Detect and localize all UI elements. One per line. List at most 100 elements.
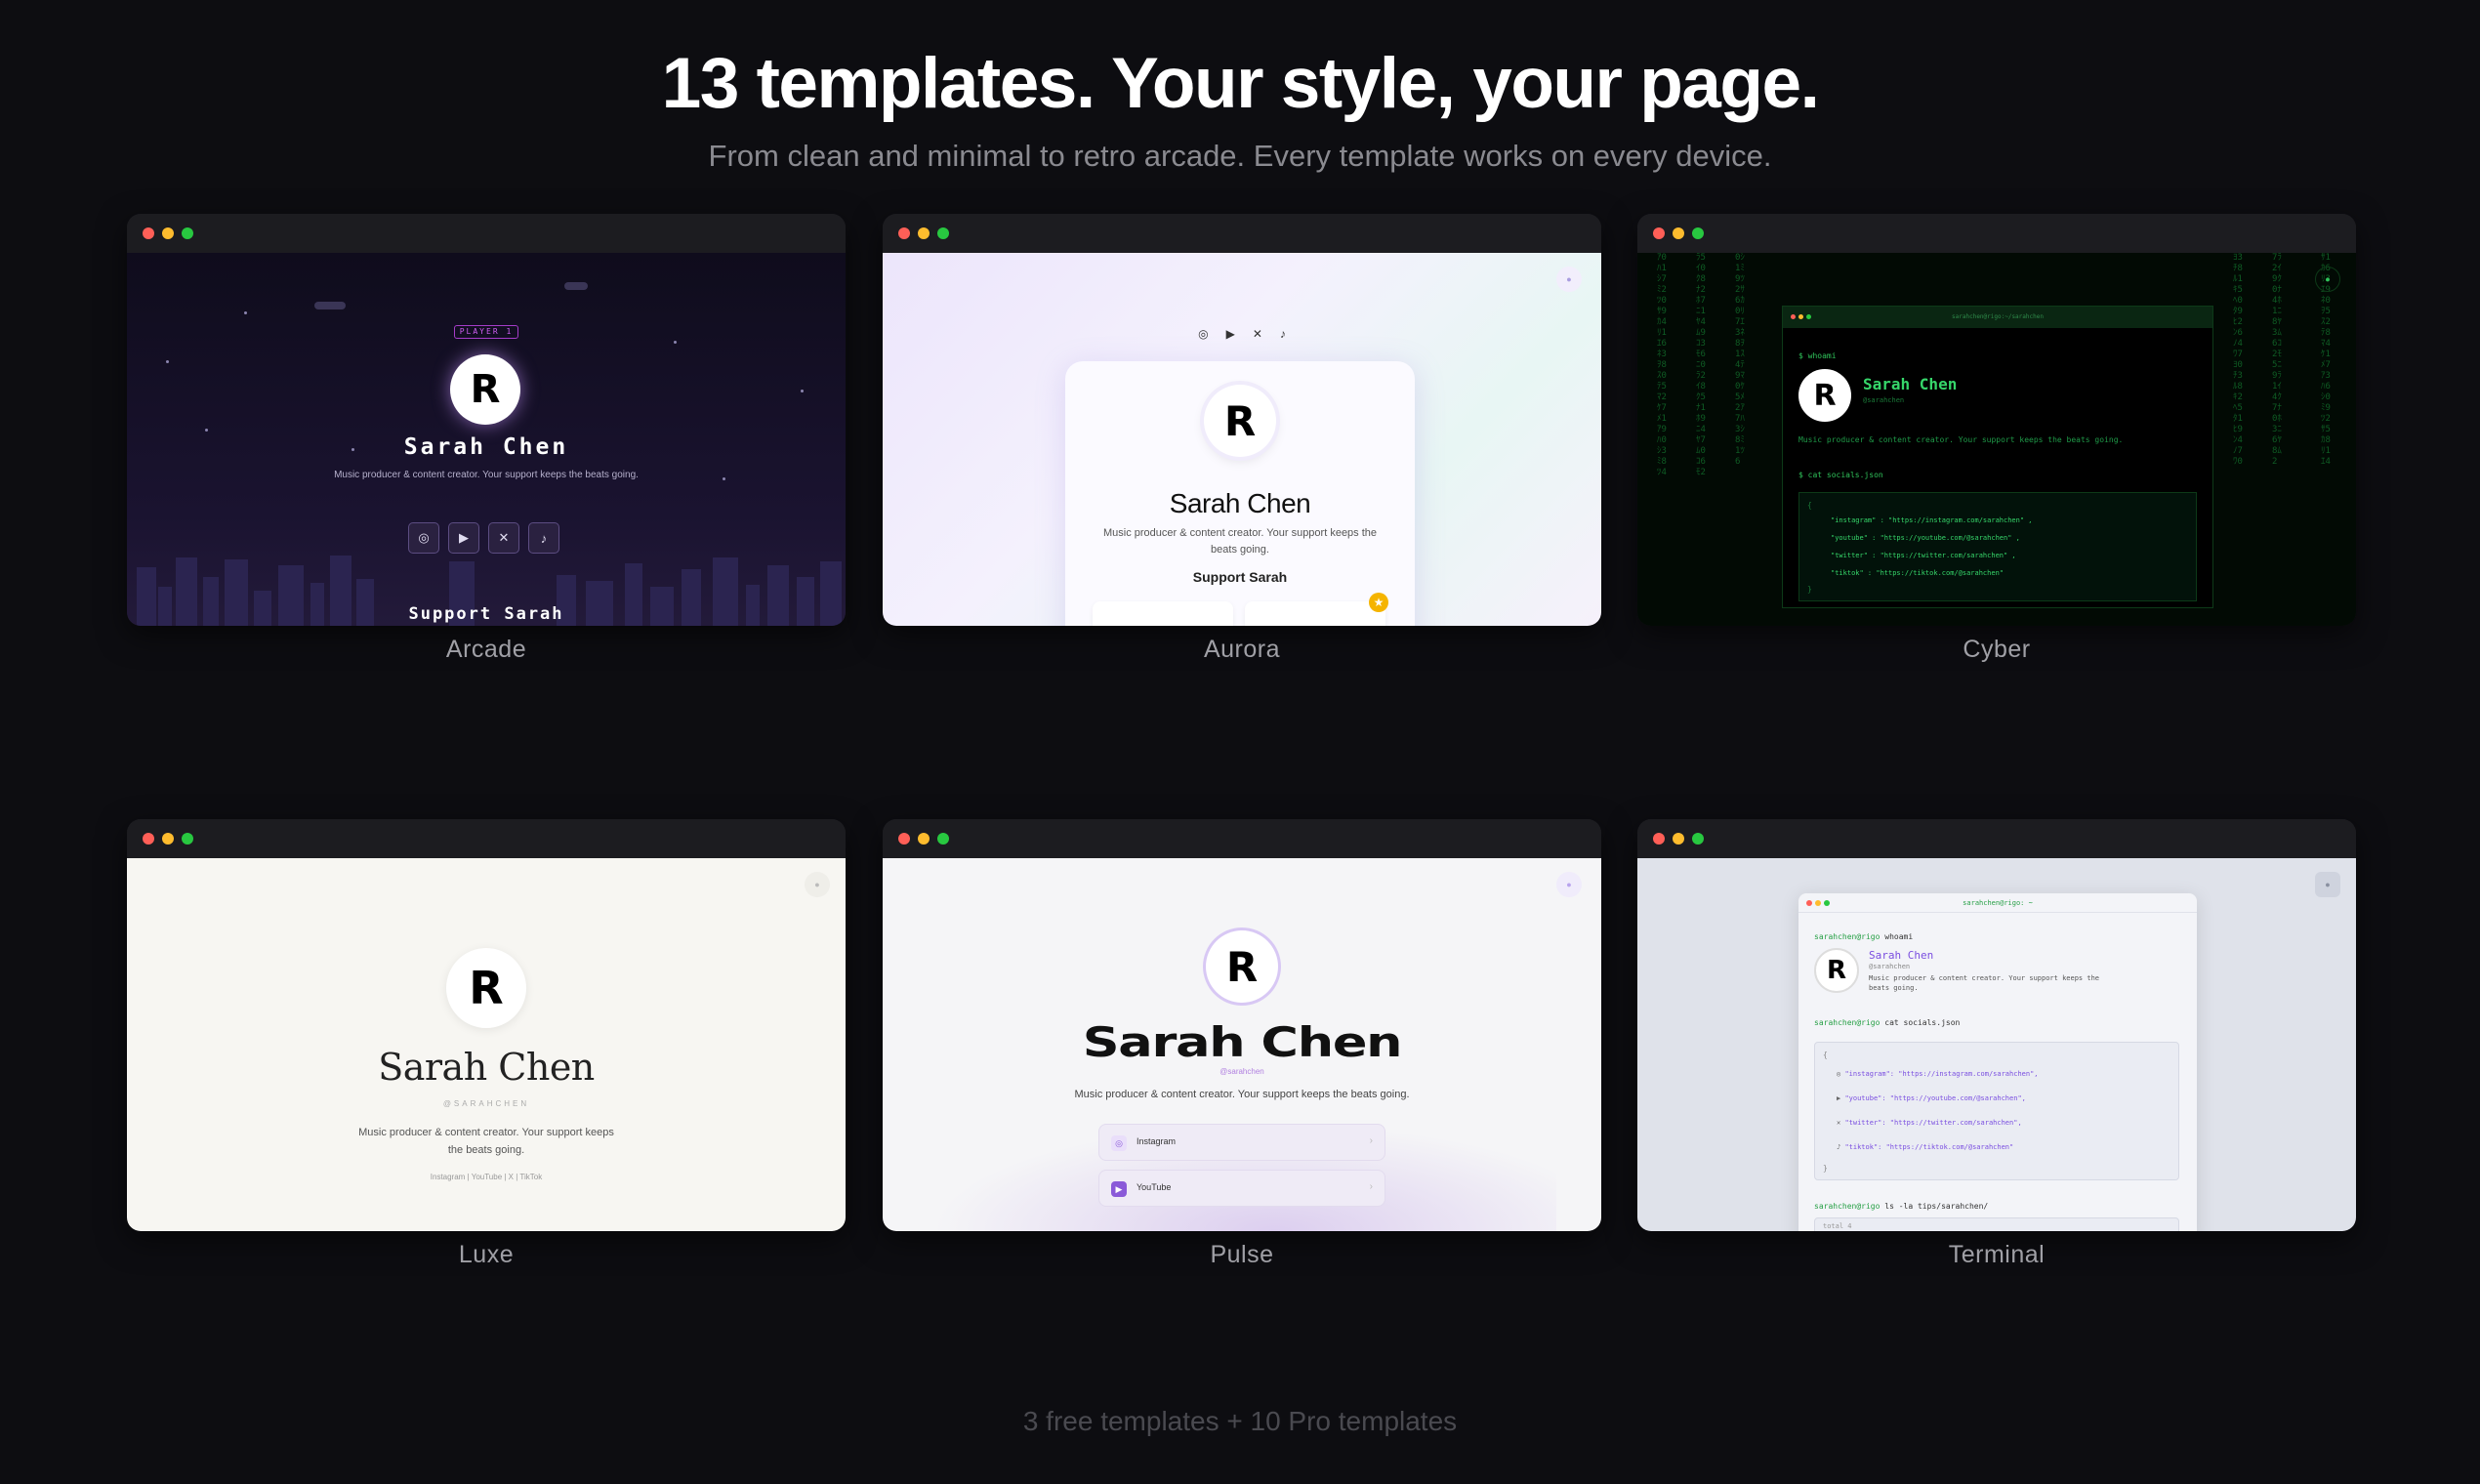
json-block: { ◎ "instagram": "https://instagram.com/… <box>1814 1042 2179 1180</box>
template-card-cyber[interactable]: ｱ0ﾊ1ｼ7ﾐ2ﾂ0ｻ9ｶ4ﾘ1ｴ6ﾈ3ｦ8ｽ0ﾃ5ﾏ2ｹ7ﾒ1ｱ9ﾊ0ｼ3ﾐ8… <box>1637 214 2356 626</box>
minimize-dot-icon <box>918 833 930 845</box>
terminal-preview: ● sarahchen@rigo: ~ sarahchen@rigo whoam… <box>1637 858 2356 1231</box>
youtube-icon: ▶ <box>1111 1181 1127 1197</box>
profile-bio: Music producer & content creator. Your s… <box>1798 435 2124 444</box>
json-block: { "instagram" : "https://instagram.com/s… <box>1798 492 2197 601</box>
json-line: "twitter": "https://twitter.com/sarahche… <box>1844 1119 2022 1127</box>
cyber-preview: ｱ0ﾊ1ｼ7ﾐ2ﾂ0ｻ9ｶ4ﾘ1ｴ6ﾈ3ｦ8ｽ0ﾃ5ﾏ2ｹ7ﾒ1ｱ9ﾊ0ｼ3ﾐ8… <box>1637 253 2356 626</box>
cloud-icon <box>564 282 588 290</box>
link-label: Instagram <box>1137 1136 1177 1146</box>
close-dot-icon <box>143 833 154 845</box>
profile-handle: @sarahchen <box>1869 963 1911 970</box>
profile-handle: @sarahchen <box>1863 396 1905 404</box>
maximize-dot-icon <box>182 833 193 845</box>
avatar: R <box>1204 385 1276 457</box>
profile-card: R Sarah Chen Music producer & content cr… <box>1065 361 1415 626</box>
tiktok-icon[interactable]: ♪ <box>1280 327 1286 341</box>
profile-name: Sarah Chen <box>1869 949 1934 962</box>
prompt: sarahchen@rigo <box>1814 1202 1881 1211</box>
profile-name: Sarah Chen <box>1863 375 1958 393</box>
browser-chrome <box>127 819 846 858</box>
template-card-terminal[interactable]: ● sarahchen@rigo: ~ sarahchen@rigo whoam… <box>1637 819 2356 1231</box>
json-line: "youtube" : "https://youtube.com/@sarahc… <box>1831 534 2020 542</box>
theme-toggle-icon[interactable]: ● <box>2315 267 2340 292</box>
browser-chrome <box>1637 819 2356 858</box>
browser-chrome <box>883 819 1601 858</box>
youtube-icon[interactable]: ▶ <box>1226 327 1235 341</box>
avatar: R <box>450 354 520 425</box>
template-label-arcade: Arcade <box>445 636 527 663</box>
minimize-dot-icon <box>1673 227 1684 239</box>
browser-chrome <box>883 214 1601 253</box>
page-subtitle: From clean and minimal to retro arcade. … <box>708 139 1772 173</box>
window-title: sarahchen@rigo: ~ <box>1963 899 2033 907</box>
minimize-dot-icon <box>162 833 174 845</box>
instagram-icon[interactable]: ◎ <box>1198 327 1208 341</box>
template-label-pulse: Pulse <box>1210 1241 1274 1268</box>
close-dot-icon <box>1653 227 1665 239</box>
support-heading: Support Sarah <box>1192 569 1288 585</box>
template-label-aurora: Aurora <box>1203 636 1281 663</box>
prompt: sarahchen@rigo <box>1814 932 1881 941</box>
x-icon[interactable]: ✕ <box>1253 327 1262 341</box>
pulse-preview: ● R Sarah Chen @sarahchen Music producer… <box>883 858 1601 1231</box>
tip-tile[interactable] <box>1093 601 1233 626</box>
page-title: 13 templates. Your style, your page. <box>661 44 1820 123</box>
window-titlebar: sarahchen@rigo:~/sarahchen <box>1783 307 2212 328</box>
link-row-instagram[interactable]: ◎ Instagram › <box>1098 1124 1385 1161</box>
link-row-youtube[interactable]: ▶ YouTube › <box>1098 1170 1385 1207</box>
support-heading: Support Sarah <box>408 604 564 624</box>
command-output: total 4 <box>1814 1217 2179 1231</box>
browser-chrome <box>1637 214 2356 253</box>
profile-bio-cont: beats going. <box>1869 984 1919 992</box>
template-card-arcade[interactable]: PLAYER 1 R Sarah Chen Music producer & c… <box>127 214 846 626</box>
social-links[interactable]: Instagram | YouTube | X | TikTok <box>127 1173 846 1181</box>
minimize-dot-icon <box>1673 833 1684 845</box>
minimize-dot-icon <box>918 227 930 239</box>
star-badge-icon: ★ <box>1369 593 1388 612</box>
browser-chrome <box>127 214 846 253</box>
template-card-luxe[interactable]: ● R Sarah Chen @SARAHCHEN Music producer… <box>127 819 846 1231</box>
window-title: sarahchen@rigo:~/sarahchen <box>1952 313 2044 320</box>
window-titlebar: sarahchen@rigo: ~ <box>1798 893 2197 913</box>
arcade-preview: PLAYER 1 R Sarah Chen Music producer & c… <box>127 253 846 626</box>
template-label-cyber: Cyber <box>1963 636 2031 663</box>
profile-name: Sarah Chen <box>403 434 569 460</box>
profile-name: Sarah Chen <box>378 1046 595 1089</box>
json-line: "instagram": "https://instagram.com/sara… <box>1844 1070 2039 1078</box>
command: ls -la tips/sarahchen/ <box>1884 1202 1989 1211</box>
profile-bio: Music producer & content creator. Your s… <box>334 470 639 480</box>
profile-name: Sarah Chen <box>1082 1018 1403 1066</box>
avatar: R <box>1814 948 1859 993</box>
chevron-right-icon: › <box>1369 1135 1373 1146</box>
template-card-pulse[interactable]: ● R Sarah Chen @sarahchen Music producer… <box>883 819 1601 1231</box>
minimize-dot-icon <box>162 227 174 239</box>
link-label: YouTube <box>1137 1182 1172 1192</box>
instagram-icon: ◎ <box>1111 1135 1127 1151</box>
prompt: sarahchen@rigo <box>1814 1018 1881 1027</box>
profile-bio: Music producer & content creator. Your s… <box>358 1127 614 1156</box>
avatar: R <box>446 948 526 1028</box>
json-line: "tiktok" : "https://tiktok.com/@sarahche… <box>1831 569 2005 577</box>
terminal-window: sarahchen@rigo: ~ sarahchen@rigo whoami … <box>1798 893 2197 1231</box>
pricing-note: 3 free templates + 10 Pro templates <box>1022 1406 1458 1436</box>
terminal-window: sarahchen@rigo:~/sarahchen $ whoami R Sa… <box>1782 306 2213 608</box>
theme-toggle-icon[interactable]: ● <box>1556 872 1582 897</box>
json-line: "twitter" : "https://twitter.com/sarahch… <box>1831 552 2016 559</box>
template-card-aurora[interactable]: ● ◎ ▶ ✕ ♪ R Sarah Chen Music producer & … <box>883 214 1601 626</box>
theme-toggle-icon[interactable]: ● <box>2315 872 2340 897</box>
json-line: "tiktok": "https://tiktok.com/@sarahchen… <box>1844 1143 2014 1151</box>
tip-tile[interactable] <box>1245 601 1385 626</box>
theme-toggle-icon[interactable]: ● <box>805 872 830 897</box>
profile-handle: @SARAHCHEN <box>442 1099 530 1108</box>
avatar: R <box>1206 930 1278 1003</box>
profile-bio: Music producer & content creator. Your s… <box>1869 974 2100 982</box>
profile-handle: @sarahchen <box>1219 1067 1264 1076</box>
command: whoami <box>1884 932 1914 941</box>
luxe-preview: ● R Sarah Chen @SARAHCHEN Music producer… <box>127 858 846 1231</box>
maximize-dot-icon <box>937 227 949 239</box>
maximize-dot-icon <box>182 227 193 239</box>
theme-toggle-icon[interactable]: ● <box>1556 267 1582 292</box>
maximize-dot-icon <box>1692 833 1704 845</box>
command-line: $ cat socials.json <box>1798 471 1883 479</box>
